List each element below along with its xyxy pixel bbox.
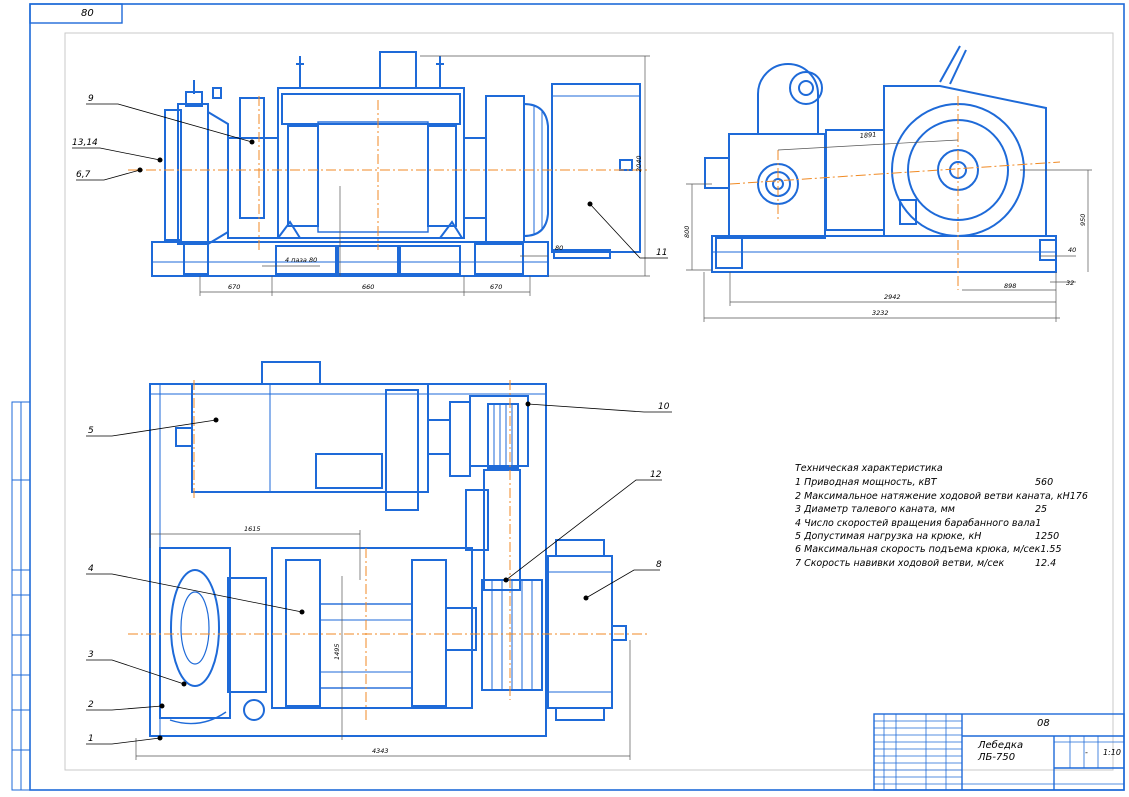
spec-label: 2 Максимальное натяжение ходовой ветви к… — [795, 490, 1070, 502]
plan-view-centerlines — [128, 380, 650, 720]
spec-row: 6 Максимальная скорость подъема крюка, м… — [795, 543, 1075, 556]
spec-row: 1 Приводная мощность, кВТ 560 — [795, 476, 1075, 489]
spec-value: 1.55 — [1040, 544, 1062, 556]
dim-2040: 2040 — [635, 155, 643, 172]
spec-value: 12.4 — [1035, 557, 1057, 569]
spec-label: 4 Число скоростей вращения барабанного в… — [795, 517, 1036, 529]
callout-1: 1 — [88, 734, 94, 744]
dim-800: 800 — [683, 226, 691, 238]
callout-11: 11 — [656, 248, 667, 258]
spec-row: 3 Диаметр талевого каната, мм 25 — [795, 503, 1075, 516]
drawing-sheet: 9 13,14 6,7 11 5 10 12 4 8 3 2 1 670 660… — [11, 3, 1125, 791]
dim-40: 40 — [1068, 246, 1076, 254]
leader-lines — [72, 103, 672, 745]
drawing-scale: 1:10 — [1103, 748, 1121, 757]
dim-1891: 1891 — [859, 131, 876, 140]
spec-value: 1 — [1035, 517, 1042, 529]
drawing-mass: - — [1085, 748, 1088, 757]
side-view-centerlines — [729, 96, 1061, 290]
spec-label: 7 Скорость навивки ходовой ветви, м/сек — [795, 557, 1005, 569]
dim-670-right: 670 — [490, 283, 502, 291]
callout-4: 4 — [88, 564, 94, 574]
dim-898: 898 — [1004, 282, 1016, 290]
drawing-name: Лебедка ЛБ-750 — [978, 740, 1023, 764]
dim-32: 32 — [1066, 279, 1074, 287]
front-view-centerlines — [128, 96, 650, 250]
callout-2: 2 — [88, 700, 94, 710]
spec-label: 6 Максимальная скорость подъема крюка, м… — [795, 544, 1041, 556]
dim-660: 660 — [362, 283, 374, 291]
dim-950: 950 — [1079, 214, 1087, 226]
dim-4-slots: 4 паза 80 — [285, 256, 317, 264]
drawing-name-line1: Лебедка — [978, 740, 1024, 751]
plan-view-dimensions — [135, 530, 631, 760]
spec-row: 5 Допустимая нагрузка на крюке, кН 1250 — [795, 530, 1075, 543]
callout-12: 12 — [650, 470, 662, 480]
side-view — [704, 45, 1057, 273]
callout-8: 8 — [656, 560, 662, 570]
callout-labels: 9 13,14 6,7 11 5 10 12 4 8 3 2 1 — [72, 94, 670, 744]
callout-10: 10 — [658, 402, 670, 412]
dim-3232: 3232 — [872, 309, 889, 317]
front-view-dimensions — [199, 55, 650, 296]
callout-3: 3 — [88, 650, 94, 660]
spec-value: 25 — [1035, 504, 1048, 516]
spec-value: 560 — [1035, 477, 1054, 489]
spec-title: Техническая характеристика — [795, 463, 943, 474]
callout-9: 9 — [88, 94, 94, 104]
callout-6-7: 6,7 — [76, 170, 91, 180]
dim-1615: 1615 — [244, 525, 261, 533]
spec-label: 5 Допустимая нагрузка на крюке, кН — [795, 531, 982, 543]
plan-view — [149, 361, 627, 737]
dim-4343: 4343 — [372, 747, 389, 755]
spec-value: 1250 — [1035, 531, 1060, 543]
spec-value: 176 — [1069, 490, 1088, 502]
dim-80: 80 — [555, 244, 563, 252]
callout-13-14: 13,14 — [72, 138, 98, 148]
spec-label: 1 Приводная мощность, кВТ — [795, 477, 937, 489]
drawing-name-line2: ЛБ-750 — [978, 752, 1016, 763]
spec-label: 3 Диаметр талевого каната, мм — [795, 504, 955, 516]
dim-670-left: 670 — [228, 283, 240, 291]
dim-1495: 1495 — [333, 643, 341, 660]
dim-2942: 2942 — [884, 293, 901, 301]
drawing-code: 08 — [1037, 718, 1050, 729]
spec-row: 4 Число скоростей вращения барабанного в… — [795, 517, 1075, 530]
spec-row: 2 Максимальное натяжение ходовой ветви к… — [795, 490, 1088, 503]
spec-row: 7 Скорость навивки ходовой ветви, м/сек 1… — [795, 557, 1075, 570]
front-view — [151, 51, 641, 277]
corner-stamp: 80 — [81, 8, 94, 19]
callout-5: 5 — [88, 426, 94, 436]
technical-specification: Техническая характеристика 1 Приводная м… — [795, 462, 1088, 570]
